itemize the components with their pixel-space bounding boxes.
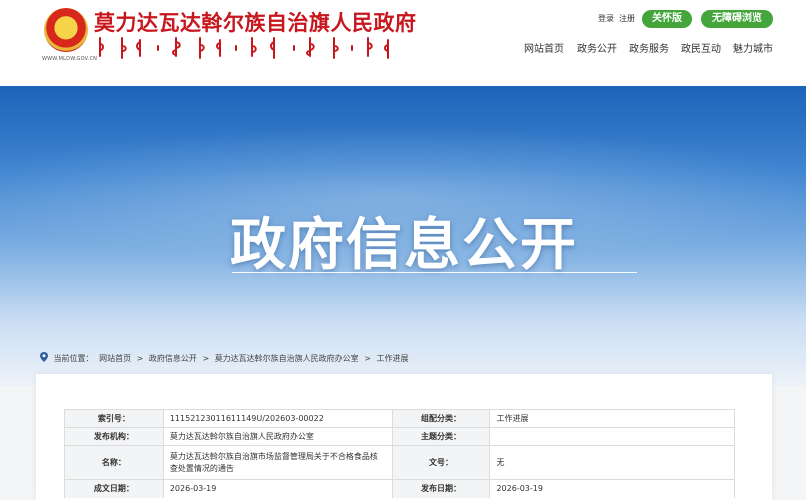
table-row: 名称： 莫力达瓦达斡尔族自治旗市场监督管理局关于不合格食品核查处置情况的通告 文…: [64, 445, 735, 480]
category-label: 组配分类：: [391, 409, 491, 428]
hero-banner: 政府信息公开: [0, 86, 806, 386]
name-value: 莫力达瓦达斡尔族自治旗市场监督管理局关于不合格食品核查处置情况的通告: [162, 445, 393, 480]
index-value: 11152123011611149U/202603-00022: [162, 409, 393, 428]
breadcrumb-office[interactable]: 莫力达瓦达斡尔族自治旗人民政府办公室: [215, 354, 359, 363]
mongolian-script-logo: [99, 37, 389, 59]
topic-label: 主题分类：: [391, 427, 491, 446]
nav-gov-affairs-open[interactable]: 政务公开: [577, 40, 617, 55]
table-row: 成文日期： 2026-03-19 发布日期： 2026-03-19: [64, 479, 735, 498]
breadcrumb-prefix: 当前位置：: [53, 354, 94, 363]
table-row: 发布机构： 莫力达瓦达斡尔族自治旗人民政府办公室 主题分类：: [64, 427, 735, 446]
nav-home[interactable]: 网站首页: [524, 40, 564, 55]
location-pin-icon: [40, 352, 48, 362]
docno-value: 无: [489, 445, 735, 480]
org-label: 发布机构：: [64, 427, 164, 446]
care-mode-button[interactable]: 关怀版: [642, 10, 692, 28]
banner-underline: [232, 272, 637, 273]
category-value: 工作进展: [489, 409, 735, 428]
breadcrumb-sep: >: [136, 354, 144, 363]
topic-value: [489, 427, 735, 446]
breadcrumb: 当前位置： 网站首页 > 政府信息公开 > 莫力达瓦达斡尔族自治旗人民政府办公室…: [40, 352, 411, 364]
breadcrumb-info-open[interactable]: 政府信息公开: [149, 354, 197, 363]
banner-title: 政府信息公开: [230, 213, 578, 278]
site-title[interactable]: 莫力达瓦达斡尔族自治旗人民政府: [94, 7, 417, 37]
site-header: WWW.MLDW.GOV.CN 莫力达瓦达斡尔族自治旗人民政府 登录 注册 关怀版…: [0, 0, 806, 86]
created-date-label: 成文日期：: [64, 479, 164, 498]
breadcrumb-sep: >: [364, 354, 371, 363]
breadcrumb-progress[interactable]: 工作进展: [376, 354, 408, 363]
national-emblem-icon[interactable]: [44, 8, 88, 52]
nav-interaction[interactable]: 政民互动: [681, 40, 721, 55]
register-link[interactable]: 注册: [619, 14, 635, 23]
published-date-label: 发布日期：: [391, 479, 491, 498]
content-panel: 索引号： 11152123011611149U/202603-00022 组配分…: [36, 374, 772, 500]
table-row: 索引号： 11152123011611149U/202603-00022 组配分…: [64, 409, 735, 428]
account-links: 登录 注册: [598, 13, 640, 24]
org-value: 莫力达瓦达斡尔族自治旗人民政府办公室: [162, 427, 393, 446]
published-date-value: 2026-03-19: [489, 479, 735, 498]
emblem-caption: WWW.MLDW.GOV.CN: [42, 56, 98, 62]
name-label: 名称：: [64, 445, 164, 480]
docno-label: 文号：: [391, 445, 491, 480]
index-label: 索引号：: [64, 409, 164, 428]
breadcrumb-home[interactable]: 网站首页: [99, 354, 131, 363]
nav-charming-city[interactable]: 魅力城市: [733, 40, 773, 55]
breadcrumb-sep: >: [202, 354, 210, 363]
document-meta-table: 索引号： 11152123011611149U/202603-00022 组配分…: [64, 409, 735, 498]
created-date-value: 2026-03-19: [162, 479, 393, 498]
accessible-browsing-button[interactable]: 无障碍浏览: [701, 10, 773, 28]
login-link[interactable]: 登录: [598, 14, 614, 23]
nav-gov-services[interactable]: 政务服务: [629, 40, 669, 55]
